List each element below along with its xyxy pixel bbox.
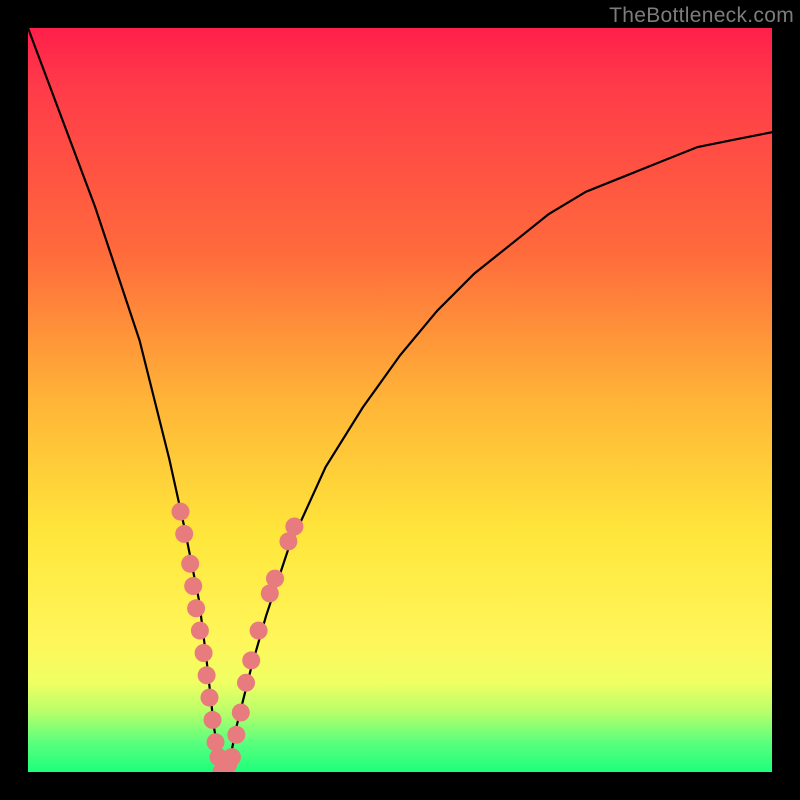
sample-dot bbox=[201, 689, 219, 707]
sample-dot bbox=[195, 644, 213, 662]
bottleneck-curve bbox=[28, 28, 772, 772]
sample-dot bbox=[250, 622, 268, 640]
sample-dot bbox=[184, 577, 202, 595]
sample-dot bbox=[266, 570, 284, 588]
chart-plot-area bbox=[28, 28, 772, 772]
sample-dot bbox=[204, 711, 222, 729]
chart-svg bbox=[28, 28, 772, 772]
sample-dot bbox=[175, 525, 193, 543]
sample-dot bbox=[232, 704, 250, 722]
sample-dot bbox=[227, 726, 245, 744]
sample-dot bbox=[191, 622, 209, 640]
sample-dot bbox=[187, 599, 205, 617]
chart-frame: TheBottleneck.com bbox=[0, 0, 800, 800]
sample-dots bbox=[172, 503, 304, 772]
sample-dot bbox=[207, 733, 225, 751]
sample-dot bbox=[237, 674, 255, 692]
sample-dot bbox=[181, 555, 199, 573]
sample-dot bbox=[242, 651, 260, 669]
sample-dot bbox=[198, 666, 216, 684]
sample-dot bbox=[172, 503, 190, 521]
watermark-text: TheBottleneck.com bbox=[609, 4, 794, 28]
sample-dot bbox=[223, 748, 241, 766]
sample-dot bbox=[285, 518, 303, 536]
